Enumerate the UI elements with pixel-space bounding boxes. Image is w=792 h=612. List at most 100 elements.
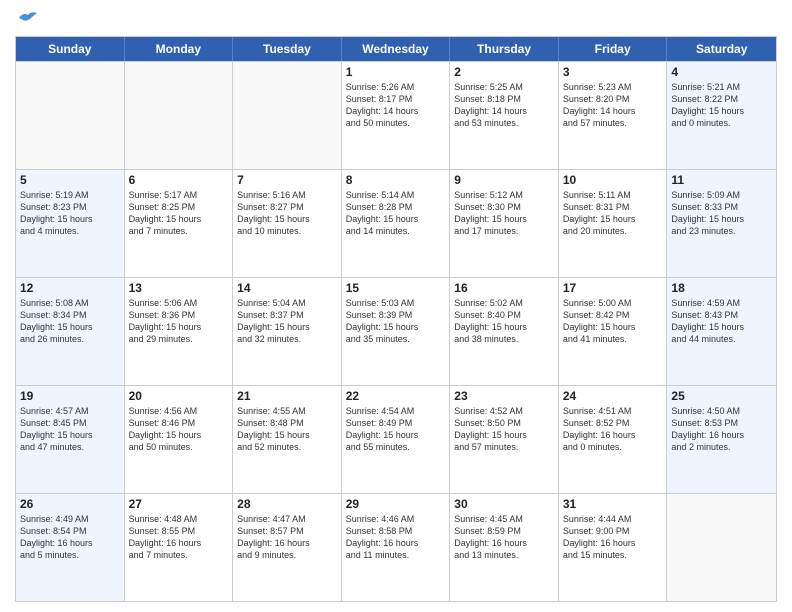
- header-tuesday: Tuesday: [233, 37, 342, 61]
- cell-line: Sunset: 8:46 PM: [129, 417, 229, 429]
- day-number: 24: [563, 389, 663, 403]
- cell-line: and 2 minutes.: [671, 441, 772, 453]
- calendar-cell-2-3: 15Sunrise: 5:03 AMSunset: 8:39 PMDayligh…: [342, 278, 451, 385]
- calendar-row-1: 5Sunrise: 5:19 AMSunset: 8:23 PMDaylight…: [16, 169, 776, 277]
- day-number: 21: [237, 389, 337, 403]
- cell-line: Sunrise: 5:03 AM: [346, 297, 446, 309]
- cell-line: and 38 minutes.: [454, 333, 554, 345]
- cell-line: Daylight: 16 hours: [129, 537, 229, 549]
- cell-line: Sunset: 8:52 PM: [563, 417, 663, 429]
- cell-line: Sunrise: 5:00 AM: [563, 297, 663, 309]
- day-number: 6: [129, 173, 229, 187]
- cell-line: and 26 minutes.: [20, 333, 120, 345]
- day-number: 29: [346, 497, 446, 511]
- cell-line: Sunrise: 4:47 AM: [237, 513, 337, 525]
- calendar-cell-3-0: 19Sunrise: 4:57 AMSunset: 8:45 PMDayligh…: [16, 386, 125, 493]
- day-number: 10: [563, 173, 663, 187]
- day-number: 19: [20, 389, 120, 403]
- calendar-cell-1-1: 6Sunrise: 5:17 AMSunset: 8:25 PMDaylight…: [125, 170, 234, 277]
- cell-line: Sunrise: 4:46 AM: [346, 513, 446, 525]
- cell-line: Sunset: 8:36 PM: [129, 309, 229, 321]
- cell-line: Sunset: 8:50 PM: [454, 417, 554, 429]
- day-number: 18: [671, 281, 772, 295]
- day-number: 7: [237, 173, 337, 187]
- cell-line: Sunrise: 5:06 AM: [129, 297, 229, 309]
- cell-line: Sunrise: 5:16 AM: [237, 189, 337, 201]
- cell-line: Daylight: 14 hours: [346, 105, 446, 117]
- day-number: 1: [346, 65, 446, 79]
- calendar-cell-0-2: [233, 62, 342, 169]
- day-number: 28: [237, 497, 337, 511]
- cell-line: and 0 minutes.: [671, 117, 772, 129]
- cell-line: Sunrise: 5:11 AM: [563, 189, 663, 201]
- cell-line: and 29 minutes.: [129, 333, 229, 345]
- cell-line: Sunrise: 5:02 AM: [454, 297, 554, 309]
- cell-line: Daylight: 15 hours: [563, 213, 663, 225]
- calendar-cell-3-4: 23Sunrise: 4:52 AMSunset: 8:50 PMDayligh…: [450, 386, 559, 493]
- calendar-cell-4-0: 26Sunrise: 4:49 AMSunset: 8:54 PMDayligh…: [16, 494, 125, 601]
- cell-line: Sunset: 8:28 PM: [346, 201, 446, 213]
- calendar: SundayMondayTuesdayWednesdayThursdayFrid…: [15, 36, 777, 602]
- header-sunday: Sunday: [16, 37, 125, 61]
- day-number: 14: [237, 281, 337, 295]
- cell-line: Daylight: 16 hours: [563, 537, 663, 549]
- header: [15, 10, 777, 30]
- header-thursday: Thursday: [450, 37, 559, 61]
- cell-line: and 17 minutes.: [454, 225, 554, 237]
- calendar-row-4: 26Sunrise: 4:49 AMSunset: 8:54 PMDayligh…: [16, 493, 776, 601]
- cell-line: Daylight: 15 hours: [129, 213, 229, 225]
- cell-line: and 9 minutes.: [237, 549, 337, 561]
- cell-line: Daylight: 15 hours: [20, 321, 120, 333]
- calendar-cell-3-3: 22Sunrise: 4:54 AMSunset: 8:49 PMDayligh…: [342, 386, 451, 493]
- calendar-cell-1-3: 8Sunrise: 5:14 AMSunset: 8:28 PMDaylight…: [342, 170, 451, 277]
- calendar-cell-0-5: 3Sunrise: 5:23 AMSunset: 8:20 PMDaylight…: [559, 62, 668, 169]
- cell-line: Sunrise: 4:56 AM: [129, 405, 229, 417]
- cell-line: Sunrise: 5:09 AM: [671, 189, 772, 201]
- cell-line: Sunset: 8:27 PM: [237, 201, 337, 213]
- cell-line: and 14 minutes.: [346, 225, 446, 237]
- calendar-cell-3-2: 21Sunrise: 4:55 AMSunset: 8:48 PMDayligh…: [233, 386, 342, 493]
- cell-line: and 35 minutes.: [346, 333, 446, 345]
- cell-line: and 20 minutes.: [563, 225, 663, 237]
- day-number: 9: [454, 173, 554, 187]
- cell-line: Daylight: 15 hours: [129, 429, 229, 441]
- calendar-cell-1-0: 5Sunrise: 5:19 AMSunset: 8:23 PMDaylight…: [16, 170, 125, 277]
- cell-line: Sunrise: 4:48 AM: [129, 513, 229, 525]
- cell-line: Sunrise: 4:59 AM: [671, 297, 772, 309]
- cell-line: Daylight: 16 hours: [346, 537, 446, 549]
- cell-line: Daylight: 16 hours: [454, 537, 554, 549]
- cell-line: Sunrise: 5:21 AM: [671, 81, 772, 93]
- cell-line: Sunrise: 5:14 AM: [346, 189, 446, 201]
- cell-line: Sunrise: 5:19 AM: [20, 189, 120, 201]
- day-number: 30: [454, 497, 554, 511]
- cell-line: Sunrise: 5:25 AM: [454, 81, 554, 93]
- cell-line: Daylight: 16 hours: [563, 429, 663, 441]
- calendar-cell-2-6: 18Sunrise: 4:59 AMSunset: 8:43 PMDayligh…: [667, 278, 776, 385]
- cell-line: and 11 minutes.: [346, 549, 446, 561]
- day-number: 8: [346, 173, 446, 187]
- cell-line: and 13 minutes.: [454, 549, 554, 561]
- cell-line: Sunset: 8:48 PM: [237, 417, 337, 429]
- calendar-cell-2-1: 13Sunrise: 5:06 AMSunset: 8:36 PMDayligh…: [125, 278, 234, 385]
- calendar-cell-0-0: [16, 62, 125, 169]
- cell-line: Sunrise: 5:17 AM: [129, 189, 229, 201]
- day-number: 13: [129, 281, 229, 295]
- cell-line: Sunset: 8:49 PM: [346, 417, 446, 429]
- cell-line: and 50 minutes.: [346, 117, 446, 129]
- cell-line: Daylight: 15 hours: [346, 321, 446, 333]
- cell-line: Daylight: 15 hours: [237, 213, 337, 225]
- day-number: 26: [20, 497, 120, 511]
- cell-line: Daylight: 15 hours: [20, 429, 120, 441]
- calendar-cell-3-5: 24Sunrise: 4:51 AMSunset: 8:52 PMDayligh…: [559, 386, 668, 493]
- logo: [15, 10, 39, 30]
- day-number: 12: [20, 281, 120, 295]
- cell-line: Sunrise: 4:54 AM: [346, 405, 446, 417]
- cell-line: Daylight: 15 hours: [671, 213, 772, 225]
- header-friday: Friday: [559, 37, 668, 61]
- cell-line: Daylight: 15 hours: [454, 429, 554, 441]
- cell-line: and 47 minutes.: [20, 441, 120, 453]
- cell-line: Sunset: 8:54 PM: [20, 525, 120, 537]
- header-monday: Monday: [125, 37, 234, 61]
- calendar-cell-2-2: 14Sunrise: 5:04 AMSunset: 8:37 PMDayligh…: [233, 278, 342, 385]
- cell-line: Daylight: 14 hours: [563, 105, 663, 117]
